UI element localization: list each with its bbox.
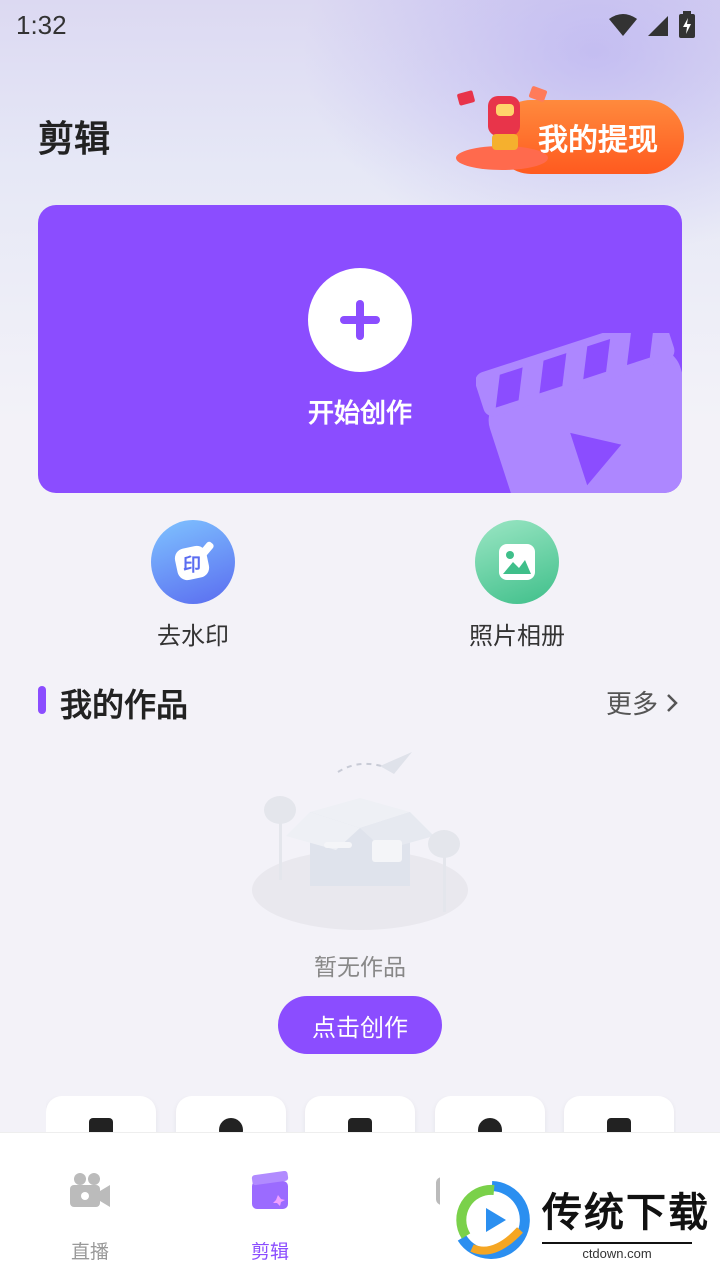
tab-label: 直播 — [70, 1241, 109, 1263]
tool-label: 去水印 — [157, 622, 229, 650]
more-link[interactable]: 更多 — [606, 684, 678, 721]
ctdown-logo — [456, 1181, 530, 1259]
shortcut-item[interactable] — [46, 1096, 156, 1132]
shortcut-item[interactable] — [435, 1096, 545, 1132]
page-title: 剪辑 — [38, 119, 111, 160]
mascot-illustration — [456, 86, 548, 170]
shortcut-item[interactable] — [564, 1096, 674, 1132]
start-create-card[interactable]: 开始创作 — [38, 205, 682, 493]
tab-label: 剪辑 — [250, 1241, 289, 1263]
wifi-icon — [609, 14, 637, 36]
remove-watermark-tool[interactable]: 印 去水印 — [103, 520, 283, 651]
watermark-title: 传统下载 — [542, 1189, 710, 1236]
click-create-button[interactable]: 点击创作 — [278, 996, 442, 1054]
status-bar: 1:32 — [0, 0, 720, 50]
status-time: 1:32 — [16, 9, 67, 40]
withdraw-label: 我的提现 — [538, 123, 658, 158]
shortcut-icon — [607, 1118, 631, 1132]
live-camera-icon — [70, 1173, 110, 1207]
shortcut-item[interactable] — [305, 1096, 415, 1132]
add-icon — [308, 268, 412, 372]
battery-charging-icon — [679, 11, 695, 38]
shortcut-icon — [478, 1118, 502, 1132]
shortcut-icon — [219, 1118, 243, 1132]
watermark-text: 传统下载 ctdown.com — [542, 1180, 710, 1261]
section-accent-bar — [38, 686, 46, 714]
watermark-subtitle: ctdown.com — [542, 1241, 692, 1261]
shortcut-row — [46, 1096, 676, 1132]
shortcut-icon — [348, 1118, 372, 1132]
tab-live[interactable]: 直播 — [0, 1171, 180, 1264]
section-title: 我的作品 — [60, 686, 189, 724]
shortcut-icon — [89, 1118, 113, 1132]
shortcut-item[interactable] — [176, 1096, 286, 1132]
tab-edit[interactable]: 剪辑 — [180, 1170, 360, 1264]
clapperboard-icon — [251, 1170, 289, 1209]
empty-box-illustration — [252, 752, 468, 930]
status-icons — [608, 11, 696, 39]
start-create-label: 开始创作 — [307, 399, 412, 429]
withdraw-button[interactable]: 我的提现 — [452, 86, 684, 176]
download-site-watermark: 传统下载 ctdown.com — [440, 1160, 720, 1280]
chevron-right-icon — [667, 693, 678, 712]
signal-icon — [648, 16, 668, 36]
more-label: 更多 — [605, 690, 658, 720]
watermark-icon-glyph: 印 — [183, 555, 201, 576]
empty-works-text: 暂无作品 — [314, 955, 406, 981]
tool-label: 照片相册 — [469, 622, 565, 650]
watermark-remove-icon: 印 — [151, 520, 235, 604]
photo-album-tool[interactable]: 照片相册 — [427, 520, 607, 651]
photo-album-icon — [475, 520, 559, 604]
my-works-header: 我的作品 更多 — [38, 678, 682, 724]
